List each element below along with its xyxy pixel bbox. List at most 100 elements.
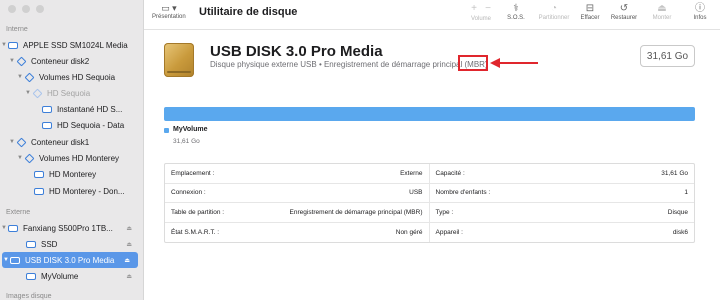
info-cell: Emplacement : Externe (165, 164, 430, 183)
chevron-down-icon[interactable]: ▼ (2, 257, 10, 263)
eject-icon[interactable]: ⏏ (126, 225, 132, 232)
chevron-down-icon[interactable]: ▼ (0, 42, 8, 48)
info-cell: Capacité : 31,61 Go (430, 164, 695, 183)
info-table: Emplacement : Externe Capacité : 31,61 G… (164, 163, 695, 243)
drive-icon (26, 240, 36, 248)
arrow-left-icon (490, 58, 538, 68)
volume-size: 31,61 Go (173, 138, 200, 145)
info-label: Nombre d'enfants : (435, 189, 491, 197)
partition-label: Partitionner (538, 15, 570, 21)
sidebar-item-ssd[interactable]: SSD ⏏ (0, 236, 140, 252)
info-row: Table de partition : Enregistrement de d… (165, 203, 694, 223)
container-icon (16, 56, 27, 66)
erase-label: Effacer (580, 15, 600, 21)
sidebar-item-label: Volumes HD Sequoia (39, 72, 116, 82)
sidebar-item-usb-disk[interactable]: ▼ USB DISK 3.0 Pro Media ⏏ (2, 252, 138, 268)
info-row: État S.M.A.R.T. : Non géré Appareil : di… (165, 222, 695, 243)
restore-icon: ↺ (619, 3, 629, 14)
volume-group-icon (24, 72, 35, 82)
info-label: Appareil : (435, 228, 463, 236)
disk-utility-window: Interne ▼ APPLE SSD SM1024L Media ▼ Cont… (0, 0, 720, 300)
eject-icon[interactable]: ⏏ (126, 273, 132, 280)
sidebar-item-label: USB DISK 3.0 Pro Media (25, 255, 115, 265)
sidebar-item-volumes-hd-monterey[interactable]: ▼ Volumes HD Monterey (0, 150, 140, 166)
info-row: Emplacement : Externe Capacité : 31,61 G… (165, 164, 694, 184)
close-window-button[interactable] (8, 5, 16, 13)
info-value: Enregistrement de démarrage principal (M… (289, 208, 423, 216)
zoom-window-button[interactable] (36, 5, 44, 13)
mount-button[interactable]: ⏏ Monter (642, 3, 682, 21)
sidebar-item-label: Instantané HD S... (57, 104, 123, 114)
section-label-external: Externe (6, 209, 31, 216)
info-value: disk6 (672, 228, 688, 236)
chevron-down-icon[interactable]: ▼ (24, 90, 32, 96)
view-button-label: Présentation (152, 14, 186, 20)
info-value: Externe (400, 169, 423, 177)
sidebar-item-hd-sequoia[interactable]: ▼ HD Sequoia (0, 85, 140, 101)
volume-icon (32, 88, 43, 98)
disk-subtitle: Disque physique externe USB • Enregistre… (210, 60, 488, 69)
info-icon: ⓘ (695, 3, 705, 14)
sidebar-item-apple-ssd[interactable]: ▼ APPLE SSD SM1024L Media (0, 37, 140, 53)
info-cell: État S.M.A.R.T. : Non géré (165, 222, 430, 242)
mount-label: Monter (652, 15, 672, 21)
sidebar-item-label: Conteneur disk2 (31, 56, 90, 66)
sidebar-item-container-disk2[interactable]: ▼ Conteneur disk2 (0, 53, 140, 69)
chevron-down-icon[interactable]: ▼ (8, 58, 16, 64)
sidebar-item-hd-monterey-data[interactable]: HD Monterey - Don... (0, 183, 140, 199)
chevron-down-icon[interactable]: ▼ (0, 225, 8, 231)
sidebar-item-label: APPLE SSD SM1024L Media (23, 40, 128, 50)
remove-volume-button[interactable]: − (480, 3, 496, 15)
partition-button[interactable]: ◔ Partitionner (534, 3, 574, 21)
info-label: Type : (435, 208, 454, 216)
info-value: Non géré (395, 228, 423, 236)
view-button[interactable]: ▭ ▾ Présentation (152, 3, 186, 20)
info-label: Capacité : (435, 169, 465, 177)
restore-button[interactable]: ↺ Restaurer (604, 3, 644, 21)
info-row: Connexion : USB Nombre d'enfants : 1 (165, 183, 695, 203)
eject-icon[interactable]: ⏏ (126, 241, 132, 248)
drive-icon (26, 272, 36, 280)
info-button[interactable]: ⓘ Infos (684, 3, 716, 21)
info-label: État S.M.A.R.T. : (171, 228, 220, 236)
sidebar-item-fanxiang[interactable]: ▼ Fanxiang S500Pro 1TB... ⏏ (0, 220, 140, 236)
sidebar-item-label: HD Monterey (49, 169, 97, 179)
sidebar-item-volumes-hd-sequoia[interactable]: ▼ Volumes HD Sequoia (0, 69, 140, 85)
info-cell: Nombre d'enfants : 1 (430, 184, 695, 203)
sidebar-item-label: Conteneur disk1 (31, 137, 90, 147)
restore-label: Restaurer (610, 15, 638, 21)
drive-icon (34, 170, 44, 178)
chevron-down-icon[interactable]: ▼ (16, 74, 24, 80)
info-cell: Appareil : disk6 (430, 223, 695, 243)
sidebar-item-label: HD Sequoia (47, 88, 91, 98)
sidebar-item-snapshot-hd-sequoia[interactable]: Instantané HD S... (0, 101, 140, 117)
eject-icon[interactable]: ⏏ (124, 257, 130, 264)
info-label: Table de partition : (171, 208, 225, 216)
usage-bar (164, 107, 695, 121)
sidebar-toggle-icon: ▭ ▾ (161, 3, 177, 13)
chevron-down-icon[interactable]: ▼ (8, 139, 16, 145)
info-cell: Type : Disque (430, 203, 695, 222)
disk-detail-panel: USB DISK 3.0 Pro Media Disque physique e… (144, 31, 720, 300)
pie-icon: ◔ (550, 3, 558, 14)
drive-icon (34, 187, 44, 195)
drive-icon (10, 256, 20, 264)
volume-color-swatch (164, 128, 169, 133)
info-value: Disque (667, 208, 688, 216)
sidebar-item-hd-sequoia-data[interactable]: HD Sequoia - Data (0, 117, 140, 133)
sidebar-item-hd-monterey[interactable]: HD Monterey (0, 166, 140, 182)
sidebar: Interne ▼ APPLE SSD SM1024L Media ▼ Cont… (0, 0, 144, 300)
first-aid-label: S.O.S. (507, 15, 525, 21)
sidebar-item-myvolume[interactable]: MyVolume ⏏ (0, 268, 140, 284)
sidebar-item-container-disk1[interactable]: ▼ Conteneur disk1 (0, 134, 140, 150)
info-value: 31,61 Go (661, 169, 688, 177)
minimize-window-button[interactable] (22, 5, 30, 13)
minus-icon: − (485, 3, 491, 14)
info-label: Infos (693, 15, 707, 21)
first-aid-button[interactable]: ⚕ S.O.S. (496, 3, 536, 21)
chevron-down-icon[interactable]: ▼ (16, 155, 24, 161)
drive-icon (42, 105, 52, 113)
info-value: USB (409, 189, 423, 197)
section-label-internal: Interne (6, 26, 28, 33)
info-label: Connexion : (171, 189, 206, 197)
